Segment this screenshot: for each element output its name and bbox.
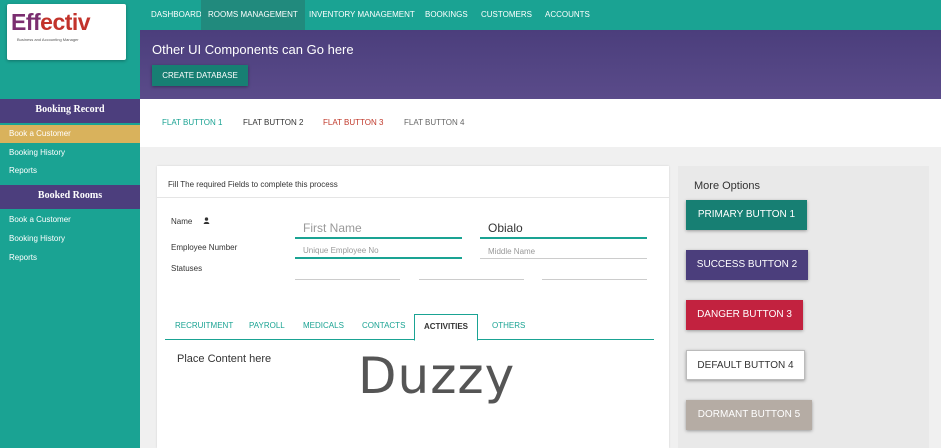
employee-number-placeholder: Unique Employee No [303,246,379,255]
watermark-text: Duzzy [358,347,516,405]
status-field-2[interactable] [419,264,524,280]
sidebar-item-booking-history-2[interactable]: Booking History [0,230,140,248]
sidebar-item-reports[interactable]: Reports [0,162,140,180]
nav-customers[interactable]: CUSTOMERS [474,0,539,30]
person-icon [203,217,210,226]
top-nav: DASHBOARD ROOMS MANAGEMENT INVENTORY MAN… [140,0,941,30]
dormant-button[interactable]: DORMANT BUTTON 5 [686,400,812,430]
form-card-header: Fill The required Fields to complete thi… [157,166,669,198]
middle-name-input[interactable]: Middle Name [480,243,647,259]
statuses-label: Statuses [171,264,203,273]
flat-button-2[interactable]: FLAT BUTTON 2 [243,118,303,127]
employee-number-label: Employee Number [171,243,238,252]
logo-wordmark: Effectiv [11,9,91,35]
form-heading: Fill The required Fields to complete thi… [168,180,338,189]
logo-subtitle: Business and Accounting Manager [17,37,79,42]
primary-button[interactable]: PRIMARY BUTTON 1 [686,200,807,230]
tab-bar: RECRUITMENT PAYROLL MEDICALS CONTACTS AC… [165,314,654,341]
more-options-panel: More Options PRIMARY BUTTON 1 SUCCESS BU… [678,166,929,448]
tab-content-text: Place Content here [177,353,272,365]
nav-bookings[interactable]: BOOKINGS [418,0,475,30]
tab-payroll[interactable]: PAYROLL [240,314,294,340]
tab-contacts[interactable]: CONTACTS [353,314,414,340]
first-name-input[interactable]: First Name [295,221,462,239]
sidebar-item-booking-history[interactable]: Booking History [0,144,140,162]
middle-name-placeholder: Middle Name [488,247,536,256]
more-options-title: More Options [694,180,761,192]
banner-title: Other UI Components can Go here [152,42,354,57]
sidebar-item-book-a-customer-2[interactable]: Book a Customer [0,211,140,229]
tab-activities[interactable]: ACTIVITIES [414,314,479,341]
flat-button-4[interactable]: FLAT BUTTON 4 [404,118,464,127]
flat-button-bar: FLAT BUTTON 1 FLAT BUTTON 2 FLAT BUTTON … [140,99,941,147]
sidebar-section-booked-rooms: Booked Rooms [0,185,140,209]
form-card: Fill The required Fields to complete thi… [157,166,669,448]
nav-accounts[interactable]: ACCOUNTS [538,0,597,30]
name-label: Name [171,217,210,226]
sidebar: Effectiv Business and Accounting Manager… [0,0,140,448]
tab-recruitment[interactable]: RECRUITMENT [166,314,242,340]
sidebar-item-book-a-customer[interactable]: Book a Customer [0,125,140,143]
last-name-value: Obialo [488,221,523,235]
tab-medicals[interactable]: MEDICALS [294,314,353,340]
nav-inventory-management[interactable]: INVENTORY MANAGEMENT [302,0,422,30]
sidebar-item-reports-2[interactable]: Reports [0,249,140,267]
default-button[interactable]: DEFAULT BUTTON 4 [686,350,805,380]
employee-number-input[interactable]: Unique Employee No [295,243,462,259]
create-database-button[interactable]: CREATE DATABASE [152,65,248,86]
page-banner: Other UI Components can Go here CREATE D… [140,30,941,99]
logo[interactable]: Effectiv Business and Accounting Manager [7,4,126,60]
last-name-input[interactable]: Obialo [480,221,647,239]
tab-others[interactable]: OTHERS [483,314,534,340]
first-name-placeholder: First Name [303,221,362,235]
sidebar-section-booking-record: Booking Record [0,99,140,123]
status-field-1[interactable] [295,264,400,280]
nav-rooms-management[interactable]: ROOMS MANAGEMENT [201,0,305,30]
flat-button-1[interactable]: FLAT BUTTON 1 [162,118,222,127]
danger-button[interactable]: DANGER BUTTON 3 [686,300,803,330]
success-button[interactable]: SUCCESS BUTTON 2 [686,250,808,280]
flat-button-3[interactable]: FLAT BUTTON 3 [323,118,383,127]
nav-dashboard[interactable]: DASHBOARD [144,0,209,30]
status-field-3[interactable] [542,264,647,280]
